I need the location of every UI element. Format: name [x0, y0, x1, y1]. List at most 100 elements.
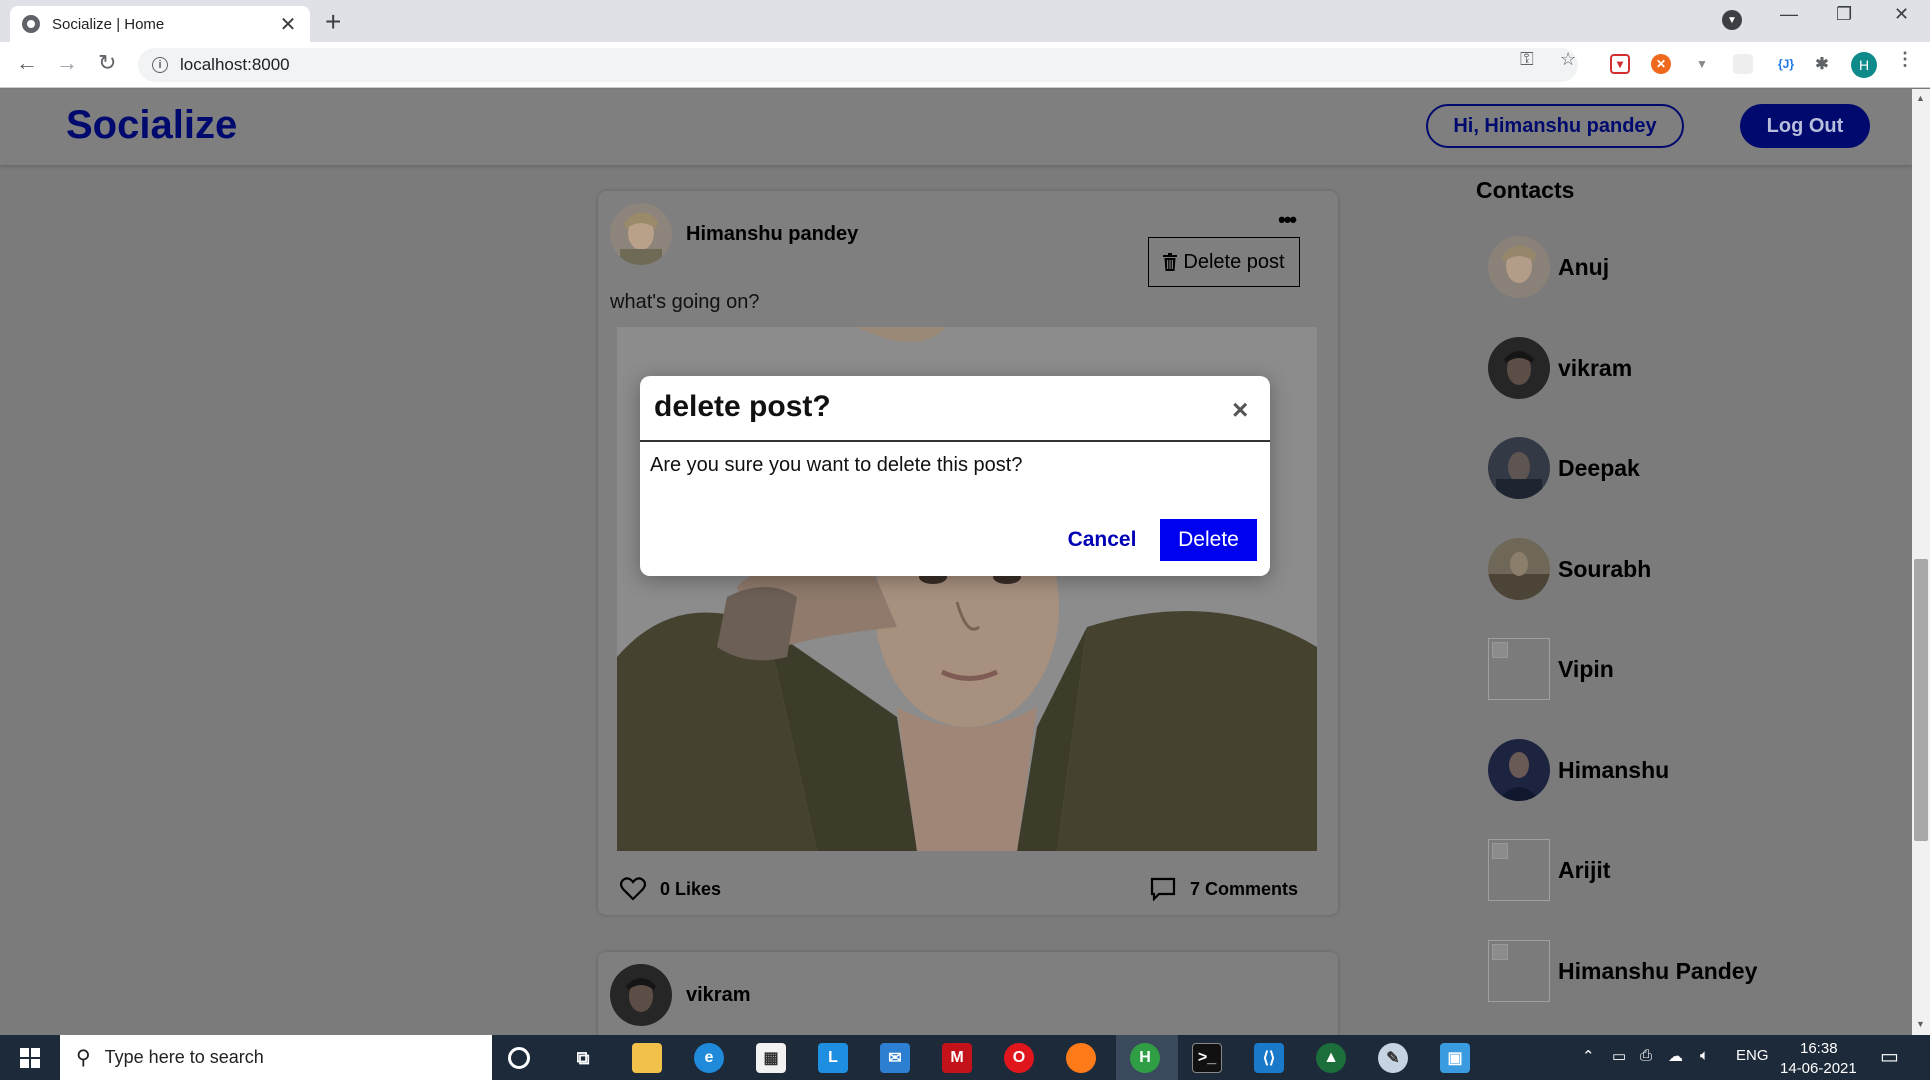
logout-button[interactable]: Log Out [1740, 104, 1870, 148]
globe-icon [22, 15, 40, 33]
post-card: vikram [598, 952, 1338, 1035]
windows-taskbar: ⚲ Type here to search ⧉ e ▦ L ✉ M O H >_… [0, 1035, 1930, 1080]
extension-v-icon[interactable]: ▼ [1692, 54, 1712, 74]
close-window-icon[interactable]: ✕ [1894, 4, 1909, 25]
vscode-icon[interactable]: ⟨⟩ [1254, 1043, 1284, 1073]
windows-start-icon[interactable] [20, 1048, 40, 1068]
contact-item-vipin[interactable]: Vipin [1488, 637, 1614, 701]
more-options-icon[interactable]: ••• [1278, 207, 1297, 233]
new-tab-button[interactable]: + [325, 6, 341, 38]
site-logo[interactable]: Socialize [66, 103, 237, 148]
confirm-delete-button[interactable]: Delete [1160, 519, 1257, 561]
browser-tab-bar: Socialize | Home ✕ + ▼ — ❐ ✕ [0, 0, 1930, 42]
language-indicator[interactable]: ENG [1736, 1047, 1769, 1064]
avatar [1488, 739, 1550, 801]
pocket-extension-icon[interactable]: ▾ [1610, 54, 1630, 74]
heart-icon[interactable] [620, 877, 646, 901]
photos-icon[interactable]: ▣ [1440, 1043, 1470, 1073]
address-bar[interactable]: i localhost:8000 [138, 48, 1578, 82]
tab-title: Socialize | Home [52, 15, 165, 33]
cortana-icon[interactable] [508, 1047, 530, 1069]
scroll-down-icon[interactable]: ▼ [1916, 1019, 1925, 1029]
chrome-icon[interactable]: H [1130, 1043, 1160, 1073]
post-author-name[interactable]: vikram [686, 984, 751, 1007]
puzzle-icon[interactable]: ✱ [1812, 54, 1832, 74]
profile-avatar[interactable]: H [1851, 52, 1877, 78]
url-text[interactable]: localhost:8000 [180, 55, 290, 75]
delete-confirm-dialog: delete post? × Are you sure you want to … [640, 376, 1270, 576]
contact-item-himanshu-pandey[interactable]: Himanshu Pandey [1488, 939, 1757, 1003]
task-view-icon[interactable]: ⧉ [568, 1043, 598, 1073]
scroll-up-icon[interactable]: ▲ [1916, 93, 1925, 103]
tab-close-button[interactable]: ✕ [278, 12, 298, 37]
app-l-icon[interactable]: L [818, 1043, 848, 1073]
battery-icon[interactable]: ▭ [1612, 1047, 1626, 1065]
file-explorer-icon[interactable] [632, 1043, 662, 1073]
post-author-name[interactable]: Himanshu pandey [686, 223, 858, 246]
android-studio-icon[interactable]: ▲ [1316, 1043, 1346, 1073]
onedrive-icon[interactable]: ☁ [1668, 1047, 1683, 1065]
avatar[interactable] [610, 964, 672, 1026]
contact-item-deepak[interactable]: Deepak [1488, 436, 1640, 500]
contact-name: Deepak [1558, 454, 1640, 481]
broken-image-icon [1488, 940, 1550, 1002]
paint-icon[interactable]: ✎ [1378, 1043, 1408, 1073]
reload-icon[interactable]: ↻ [98, 50, 116, 76]
cancel-button[interactable]: Cancel [1042, 519, 1162, 561]
chevron-up-icon[interactable]: ⌃ [1582, 1047, 1595, 1065]
star-icon[interactable]: ☆ [1560, 49, 1576, 70]
delete-post-button[interactable]: Delete post [1148, 237, 1300, 287]
comment-section[interactable]: 7 Comments [1150, 877, 1298, 901]
back-arrow-icon[interactable]: ← [16, 50, 38, 76]
extension-blank-icon[interactable] [1733, 54, 1753, 74]
like-section[interactable]: 0 Likes [620, 877, 721, 901]
opera-icon[interactable]: O [1004, 1043, 1034, 1073]
avatar [1488, 337, 1550, 399]
user-greeting-button[interactable]: Hi, Himanshu pandey [1426, 104, 1684, 148]
contact-item-vikram[interactable]: vikram [1488, 336, 1632, 400]
taskbar-search-input[interactable]: ⚲ Type here to search [60, 1035, 492, 1080]
tab-search-icon[interactable]: ▼ [1722, 10, 1742, 30]
contact-item-anuj[interactable]: Anuj [1488, 235, 1609, 299]
key-icon[interactable]: ⚿ [1520, 49, 1534, 70]
browser-tab[interactable]: Socialize | Home ✕ [10, 6, 310, 42]
clock-time[interactable]: 16:38 [1800, 1040, 1838, 1057]
edge-browser-icon[interactable]: e [694, 1043, 724, 1073]
comments-count: 7 Comments [1190, 878, 1299, 899]
page-scrollbar[interactable]: ▲ ▼ [1912, 89, 1930, 1035]
browser-toolbar: ← → ↻ i localhost:8000 ⚿ ☆ ▾ ✕ ▼ {J} ✱ H… [0, 42, 1930, 88]
mail-icon[interactable]: ✉ [880, 1043, 910, 1073]
delete-post-label: Delete post [1183, 250, 1285, 273]
contact-name: Sourabh [1558, 555, 1652, 582]
contact-name: Himanshu Pandey [1558, 957, 1758, 984]
clock-date[interactable]: 14-06-2021 [1780, 1060, 1857, 1077]
post-text: what's going on? [610, 291, 760, 313]
volume-icon[interactable]: 🔈︎ [1700, 1047, 1709, 1064]
scroll-thumb[interactable] [1914, 559, 1928, 841]
search-icon: ⚲ [76, 1047, 91, 1069]
store-icon[interactable]: ▦ [756, 1043, 786, 1073]
contact-item-arijit[interactable]: Arijit [1488, 838, 1610, 902]
contact-item-himanshu[interactable]: Himanshu [1488, 738, 1669, 802]
notifications-icon[interactable]: ▭ [1880, 1044, 1899, 1069]
extension-orange-icon[interactable]: ✕ [1651, 54, 1671, 74]
mcafee-icon[interactable]: M [942, 1043, 972, 1073]
menu-kebab-icon[interactable]: ⋮ [1896, 49, 1914, 70]
contact-name: Arijit [1558, 856, 1611, 883]
forward-arrow-icon[interactable]: → [56, 50, 78, 76]
comment-icon[interactable] [1150, 877, 1176, 901]
info-icon[interactable]: i [152, 57, 168, 73]
minimize-icon[interactable]: — [1780, 4, 1798, 25]
restore-icon[interactable]: ❐ [1836, 4, 1852, 25]
firefox-icon[interactable] [1066, 1043, 1096, 1073]
terminal-icon[interactable]: >_ [1192, 1043, 1222, 1073]
meet-now-icon[interactable]: ⎙ [1640, 1047, 1652, 1064]
contacts-heading: Contacts [1476, 177, 1575, 203]
avatar[interactable] [610, 203, 672, 265]
search-placeholder: Type here to search [104, 1047, 264, 1067]
close-icon[interactable]: × [1232, 394, 1248, 426]
avatar [1488, 538, 1550, 600]
contact-name: vikram [1558, 354, 1633, 381]
contact-item-sourabh[interactable]: Sourabh [1488, 537, 1651, 601]
json-extension-icon[interactable]: {J} [1770, 54, 1802, 74]
